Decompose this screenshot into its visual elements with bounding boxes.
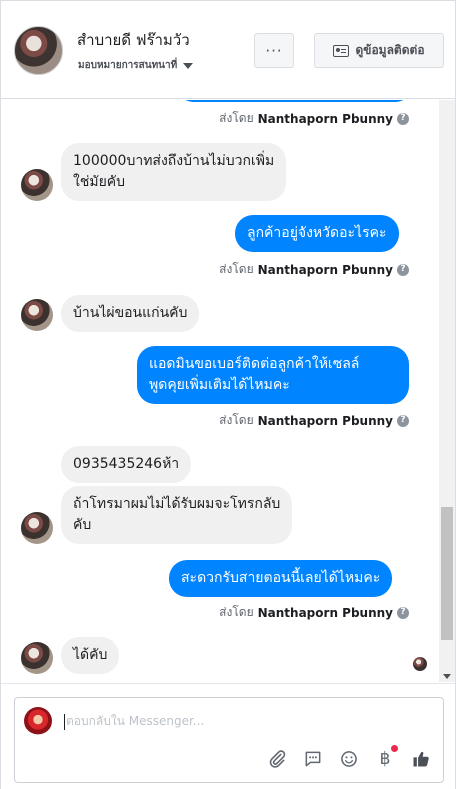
- sent-by-name[interactable]: Nanthaporn Pbunny: [258, 112, 393, 126]
- composer-area: ฿: [1, 683, 455, 789]
- message-bubble-incoming[interactable]: บ้านไผ่ขอนแก่นคับ: [61, 295, 200, 332]
- more-options-button[interactable]: ···: [254, 33, 294, 68]
- sent-by-label: ส่งโดย Nanthaporn Pbunny ?: [219, 109, 409, 128]
- page-name[interactable]: สำบายดี ฟร๊ามวัว: [77, 28, 190, 52]
- help-icon[interactable]: ?: [397, 112, 409, 125]
- message-bubble-outgoing[interactable]: แอดมินขอเบอร์ติดต่อลูกค้าให้เซลล์ พูดคุย…: [137, 346, 409, 404]
- thumbs-up-icon: [413, 751, 429, 767]
- scroll-down-arrow-icon[interactable]: [443, 674, 451, 679]
- help-icon[interactable]: ?: [397, 263, 409, 276]
- sent-by-prefix: ส่งโดย: [219, 413, 254, 427]
- sent-by-label: ส่งโดย Nanthaporn Pbunny ?: [219, 411, 409, 430]
- view-contact-info-label: ดูข้อมูลติดต่อ: [355, 43, 425, 57]
- message-line: ถ้าโทรมาผมไม่ได้รับผมจะโทรกลับ: [73, 496, 281, 512]
- paperclip-icon: [269, 750, 286, 768]
- baht-payment-icon: ฿: [379, 749, 391, 769]
- sent-by-name[interactable]: Nanthaporn Pbunny: [258, 263, 393, 277]
- sent-by-label: ส่งโดย Nanthaporn Pbunny ?: [219, 603, 409, 622]
- conversation-header: สำบายดี ฟร๊ามวัว มอบหมายการสนทนาที่ ··· …: [1, 1, 455, 99]
- message-thread[interactable]: ส่งโดย Nanthaporn Pbunny ? 100000บาทส่งถ…: [1, 100, 438, 682]
- sender-avatar[interactable]: [21, 299, 53, 331]
- thread-scrollbar[interactable]: [439, 100, 455, 682]
- message-line: แอดมินขอเบอร์ติดต่อลูกค้าให้เซลล์: [149, 356, 360, 372]
- sent-by-prefix: ส่งโดย: [219, 605, 254, 619]
- page-avatar[interactable]: [14, 26, 63, 75]
- emoji-button[interactable]: [337, 747, 361, 771]
- attach-file-button[interactable]: [265, 747, 289, 771]
- assign-conversation-label: มอบหมายการสนทนาที่: [78, 60, 178, 71]
- messenger-panel: สำบายดี ฟร๊ามวัว มอบหมายการสนทนาที่ ··· …: [0, 0, 456, 789]
- caret-down-icon: [183, 62, 194, 69]
- saved-replies-button[interactable]: [301, 747, 325, 771]
- reply-input[interactable]: [66, 711, 426, 731]
- payment-button[interactable]: ฿: [373, 745, 398, 771]
- message-bubble-incoming[interactable]: 100000บาทส่งถึงบ้านไม่บวกเพิ่ม ใช่มัยคับ: [61, 143, 287, 201]
- message-line: 100000บาทส่งถึงบ้านไม่บวกเพิ่ม: [73, 153, 275, 169]
- sender-avatar[interactable]: [21, 512, 53, 544]
- scrollbar-thumb[interactable]: [441, 507, 453, 640]
- sent-by-label: ส่งโดย Nanthaporn Pbunny ?: [219, 260, 409, 279]
- message-bubble-incoming[interactable]: 0935435246ห้า: [61, 446, 192, 483]
- sent-by-prefix: ส่งโดย: [219, 111, 254, 125]
- message-bubble-outgoing[interactable]: สะดวกรับสายตอนนี้เลยได้ไหมคะ: [169, 560, 393, 597]
- message-bubble-outgoing[interactable]: [179, 100, 410, 102]
- sent-by-prefix: ส่งโดย: [219, 262, 254, 276]
- quick-reply-icon: [305, 751, 321, 767]
- message-line: คับ: [73, 517, 92, 533]
- seen-indicator-avatar: [413, 657, 427, 671]
- message-line: ใช่มัยคับ: [73, 174, 126, 190]
- message-bubble-incoming[interactable]: ถ้าโทรมาผมไม่ได้รับผมจะโทรกลับ คับ: [61, 486, 293, 544]
- message-line: พูดคุยเพิ่มเติมได้ไหมคะ: [149, 377, 290, 393]
- message-bubble-outgoing[interactable]: ลูกค้าอยู่จังหวัดอะไรคะ: [235, 215, 399, 252]
- view-contact-info-button[interactable]: ดูข้อมูลติดต่อ: [314, 33, 444, 68]
- notification-dot: [391, 745, 398, 752]
- assign-conversation-dropdown[interactable]: มอบหมายการสนทนาที่: [78, 58, 194, 73]
- like-button[interactable]: [409, 747, 433, 771]
- message-bubble-incoming[interactable]: ได้คับ: [61, 637, 120, 674]
- text-cursor: [64, 714, 65, 730]
- reply-composer[interactable]: ฿: [14, 697, 444, 783]
- help-icon[interactable]: ?: [397, 414, 409, 427]
- sender-avatar[interactable]: [21, 169, 53, 201]
- sender-avatar[interactable]: [21, 642, 53, 674]
- contact-card-icon: [333, 44, 350, 57]
- help-icon[interactable]: ?: [397, 606, 409, 619]
- emoji-icon: [341, 751, 357, 767]
- sent-by-name[interactable]: Nanthaporn Pbunny: [258, 414, 393, 428]
- my-avatar: [24, 707, 52, 735]
- sent-by-name[interactable]: Nanthaporn Pbunny: [258, 606, 393, 620]
